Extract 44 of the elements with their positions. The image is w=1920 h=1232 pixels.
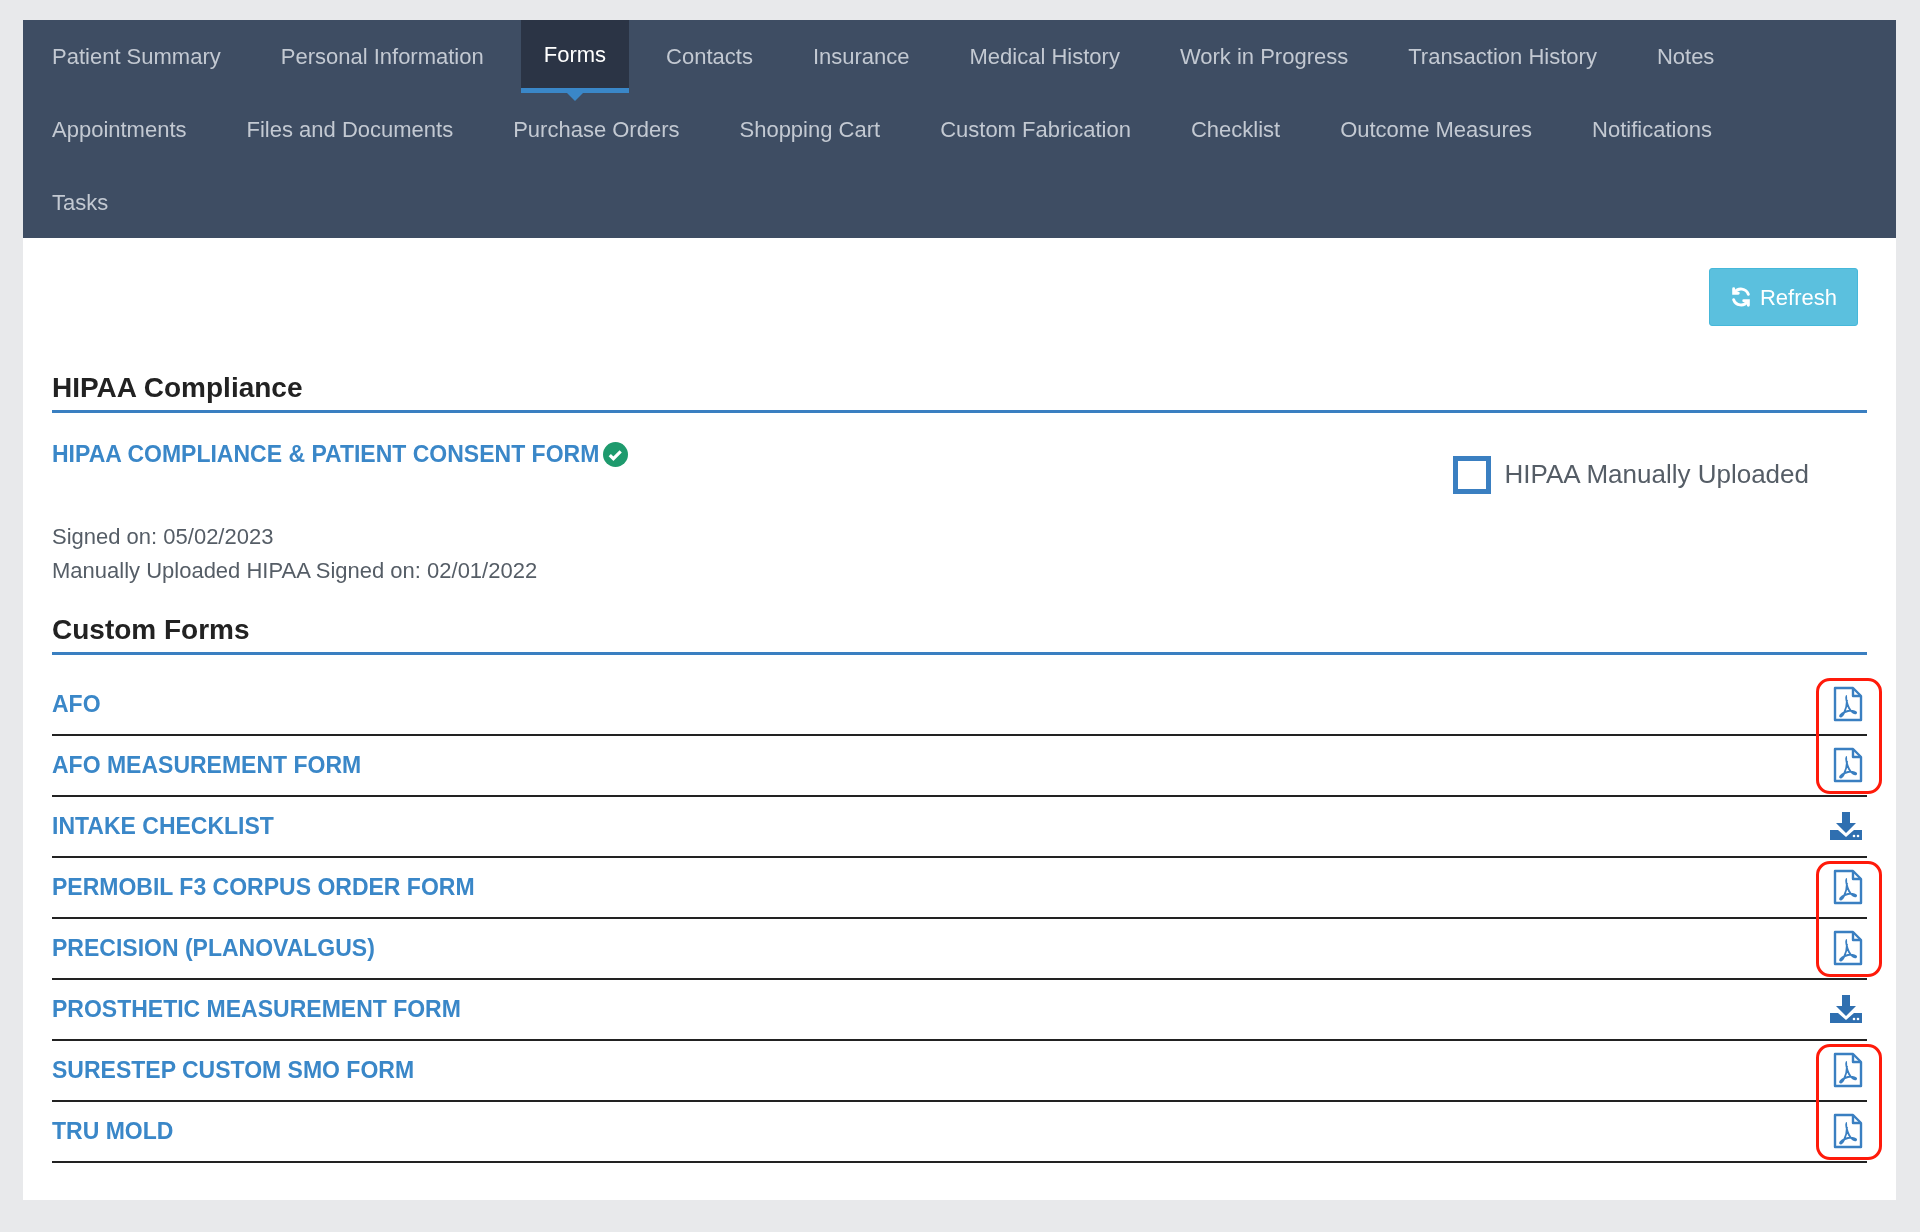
refresh-icon	[1729, 286, 1752, 308]
form-link[interactable]: PROSTHETIC MEASUREMENT FORM	[52, 991, 461, 1027]
nav-tab[interactable]: Appointments	[29, 93, 210, 166]
form-link[interactable]: HIPAA COMPLIANCE & PATIENT CONSENT FORM	[52, 437, 600, 472]
form-link[interactable]: PERMOBIL F3 CORPUS ORDER FORM	[52, 869, 475, 905]
active-tab-pointer	[566, 93, 583, 101]
section-heading: HIPAA Compliance	[52, 370, 1867, 413]
nav-tab[interactable]: Checklist	[1167, 93, 1304, 166]
pdf-file-icon[interactable]	[1833, 930, 1863, 966]
nav-tab[interactable]: Personal Information	[257, 20, 507, 93]
nav-tab[interactable]: Tasks	[29, 166, 132, 239]
nav-tab[interactable]: Insurance	[789, 20, 933, 93]
download-icon[interactable]	[1829, 810, 1863, 842]
pdf-file-icon[interactable]	[1833, 869, 1863, 905]
nav-tab[interactable]: Work in Progress	[1156, 20, 1372, 93]
pdf-file-icon[interactable]	[1833, 1052, 1863, 1088]
pdf-file-icon[interactable]	[1833, 686, 1863, 722]
nav-tab[interactable]: Contacts	[643, 20, 776, 93]
form-link[interactable]: AFO	[52, 686, 101, 722]
form-link[interactable]: TRU MOLD	[52, 1113, 174, 1149]
form-link[interactable]: PRECISION (PLANOVALGUS)	[52, 930, 375, 966]
pdf-file-icon[interactable]	[1833, 747, 1863, 783]
signed-date-text: Manually Uploaded HIPAA Signed on: 02/01/2022	[52, 556, 539, 585]
nav-tab[interactable]: Medical History	[946, 20, 1143, 93]
signed-date-text: Signed on: 05/02/2023	[52, 522, 275, 551]
form-link[interactable]: AFO MEASUREMENT FORM	[52, 747, 362, 783]
nav-tab[interactable]: Purchase Orders	[490, 93, 703, 166]
nav-tab[interactable]: Notes	[1633, 20, 1738, 93]
nav-tab[interactable]: Notifications	[1569, 93, 1735, 166]
nav-tab[interactable]: Transaction History	[1385, 20, 1620, 93]
form-link[interactable]: INTAKE CHECKLIST	[52, 808, 274, 844]
nav-tab[interactable]: Forms	[520, 20, 630, 93]
checkbox-label: HIPAA Manually Uploaded	[1504, 458, 1809, 491]
nav-tab[interactable]: Shopping Cart	[716, 93, 904, 166]
download-icon[interactable]	[1829, 993, 1863, 1025]
nav-tab[interactable]: Outcome Measures	[1317, 93, 1556, 166]
nav-tab[interactable]: Patient Summary	[29, 20, 244, 93]
form-link[interactable]: SURESTEP CUSTOM SMO FORM	[52, 1052, 415, 1088]
checkbox[interactable]	[1452, 455, 1491, 494]
nav-tab[interactable]: Files and Documents	[223, 93, 477, 166]
check-circle-icon	[603, 441, 629, 467]
section-heading: Custom Forms	[52, 611, 1867, 655]
pdf-file-icon[interactable]	[1833, 1113, 1863, 1149]
nav-tab[interactable]: Custom Fabrication	[917, 93, 1154, 166]
